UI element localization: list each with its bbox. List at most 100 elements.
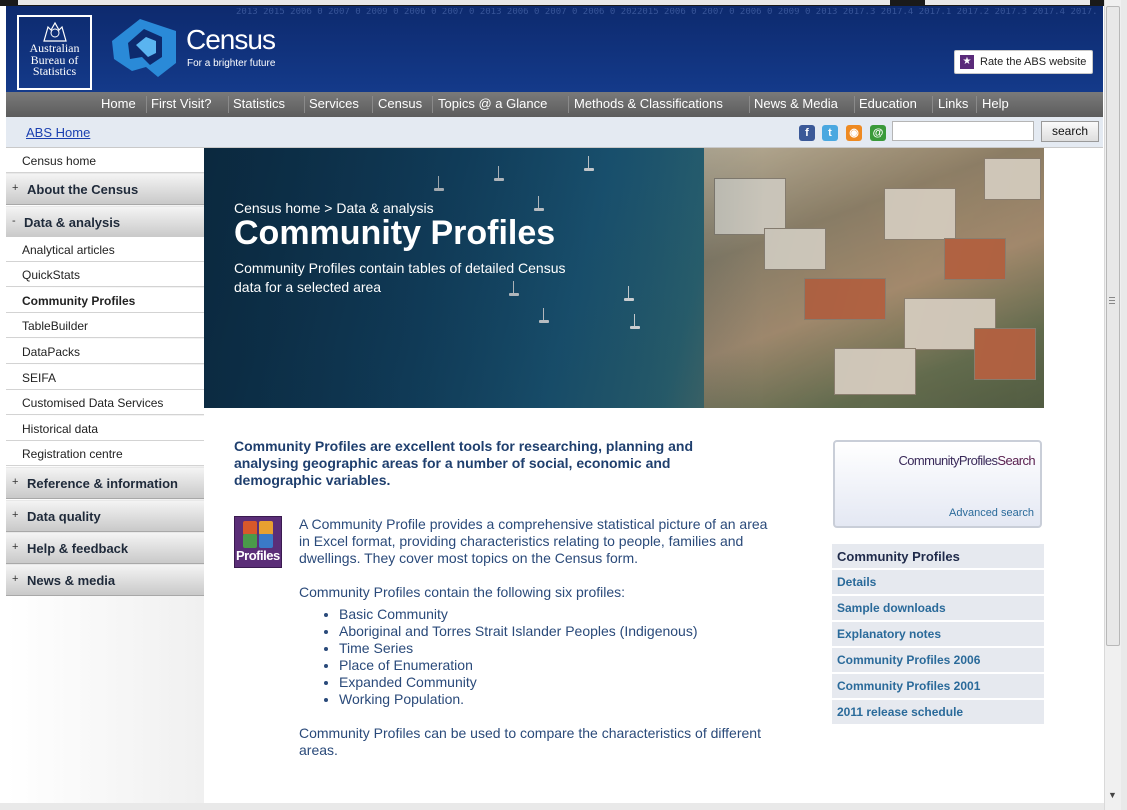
rate-website-button[interactable]: ★ Rate the ABS website bbox=[954, 50, 1093, 74]
sidebar-item-label: SEIFA bbox=[22, 371, 57, 385]
advanced-search-link[interactable]: Advanced search bbox=[949, 507, 1034, 519]
sidebar-item-customised-data-services[interactable]: Customised Data Services bbox=[6, 390, 204, 415]
abs-logo-text: Australian Bureau of Statistics bbox=[29, 41, 80, 78]
right-nav-label: Explanatory notes bbox=[837, 627, 942, 641]
left-sidebar: Census home + About the Census - Data & … bbox=[6, 148, 204, 803]
sidebar-census-home-label: Census home bbox=[22, 154, 97, 168]
sidebar-item-analytical-articles[interactable]: Analytical articles bbox=[6, 237, 204, 262]
page-title: Community Profiles bbox=[234, 214, 556, 252]
search-button[interactable]: search bbox=[1041, 121, 1099, 142]
paragraph-six-profiles: Community Profiles contain the following… bbox=[299, 584, 626, 600]
right-nav-label: Community Profiles 2006 bbox=[837, 653, 981, 667]
list-item: Working Population. bbox=[339, 691, 698, 708]
sidebar-section-help-feedback[interactable]: + Help & feedback bbox=[6, 532, 204, 564]
right-nav-explanatory-notes[interactable]: Explanatory notes bbox=[832, 622, 1044, 647]
list-item: Time Series bbox=[339, 640, 698, 657]
rss-icon[interactable]: ◉ bbox=[846, 125, 862, 141]
list-item: Aboriginal and Torres Strait Islander Pe… bbox=[339, 623, 698, 640]
expand-icon: + bbox=[12, 476, 19, 488]
community-profiles-search-box[interactable]: CommunityProfilesSearch Advanced search bbox=[833, 440, 1042, 528]
nav-first-visit[interactable]: First Visit? bbox=[151, 96, 211, 111]
sidebar-item-historical-data[interactable]: Historical data bbox=[6, 416, 204, 441]
census-tagline: For a brighter future bbox=[187, 58, 276, 69]
right-nav-label: Community Profiles 2001 bbox=[837, 679, 981, 693]
paragraph-compare: Community Profiles can be used to compar… bbox=[299, 725, 761, 758]
sidebar-item-tablebuilder[interactable]: TableBuilder bbox=[6, 313, 204, 338]
nav-census[interactable]: Census bbox=[378, 96, 422, 111]
expand-icon: + bbox=[12, 509, 19, 521]
nav-education[interactable]: Education bbox=[859, 96, 917, 111]
profiles-icon: Profiles bbox=[234, 516, 282, 568]
sidebar-section-data-analysis[interactable]: - Data & analysis bbox=[6, 206, 204, 238]
nav-statistics[interactable]: Statistics bbox=[233, 96, 285, 111]
profiles-list: Basic Community Aboriginal and Torres St… bbox=[319, 606, 698, 708]
list-item: Place of Enumeration bbox=[339, 657, 698, 674]
nav-methods-classifications[interactable]: Methods & Classifications bbox=[574, 96, 723, 111]
sidebar-section-label: Data quality bbox=[27, 509, 101, 524]
twitter-icon[interactable]: t bbox=[822, 125, 838, 141]
sidebar-item-label: TableBuilder bbox=[22, 319, 89, 333]
sidebar-item-registration-centre[interactable]: Registration centre bbox=[6, 441, 204, 466]
search-box-title: CommunityProfilesSearch bbox=[898, 453, 1036, 468]
vertical-scrollbar[interactable]: ▼ bbox=[1104, 0, 1122, 810]
sidebar-section-label: News & media bbox=[27, 573, 116, 588]
email-icon[interactable]: @ bbox=[870, 125, 886, 141]
scroll-down-arrow-icon[interactable]: ▼ bbox=[1108, 790, 1117, 800]
sidebar-item-label: DataPacks bbox=[22, 345, 81, 359]
coat-of-arms-icon bbox=[43, 21, 67, 42]
right-nav-label: Sample downloads bbox=[837, 601, 946, 615]
main-nav: Home First Visit? Statistics Services Ce… bbox=[6, 92, 1103, 117]
sidebar-item-datapacks[interactable]: DataPacks bbox=[6, 339, 204, 364]
paragraph-description: A Community Profile provides a comprehen… bbox=[299, 516, 768, 566]
facebook-icon[interactable]: f bbox=[799, 125, 815, 141]
right-nav-label: 2011 release schedule bbox=[837, 705, 964, 719]
right-nav-header-label: Community Profiles bbox=[837, 549, 960, 564]
site-search-input[interactable] bbox=[892, 121, 1034, 141]
hero-banner: Census home > Data & analysis Community … bbox=[204, 148, 1044, 408]
sidebar-section-reference-information[interactable]: + Reference & information bbox=[6, 467, 204, 499]
sidebar-section-data-quality[interactable]: + Data quality bbox=[6, 500, 204, 532]
nav-topics-at-a-glance[interactable]: Topics @ a Glance bbox=[438, 96, 547, 111]
list-item: Basic Community bbox=[339, 606, 698, 623]
sidebar-section-label: Help & feedback bbox=[27, 541, 129, 556]
sidebar-census-home[interactable]: Census home bbox=[6, 148, 204, 173]
collapse-icon: - bbox=[12, 215, 16, 227]
census-wordmark: Census bbox=[186, 24, 276, 55]
right-nav-details[interactable]: Details bbox=[832, 570, 1044, 595]
nav-help[interactable]: Help bbox=[982, 96, 1009, 111]
profiles-icon-label: Profiles bbox=[236, 548, 280, 563]
abs-home-link[interactable]: ABS Home bbox=[26, 125, 90, 140]
nav-home[interactable]: Home bbox=[101, 96, 136, 111]
sidebar-section-news-media[interactable]: + News & media bbox=[6, 564, 204, 596]
sidebar-section-about-census[interactable]: + About the Census bbox=[6, 173, 204, 205]
sidebar-item-label: QuickStats bbox=[22, 268, 81, 282]
nav-links[interactable]: Links bbox=[938, 96, 968, 111]
list-item: Expanded Community bbox=[339, 674, 698, 691]
expand-icon: + bbox=[12, 573, 19, 585]
sidebar-item-seifa[interactable]: SEIFA bbox=[6, 365, 204, 390]
sidebar-item-quickstats[interactable]: QuickStats bbox=[6, 262, 204, 287]
hero-description: Community Profiles contain tables of det… bbox=[234, 260, 566, 295]
expand-icon: + bbox=[12, 182, 19, 194]
star-icon: ★ bbox=[960, 55, 974, 69]
nav-services[interactable]: Services bbox=[309, 96, 359, 111]
rate-website-label: Rate the ABS website bbox=[980, 56, 1087, 68]
right-nav-sample-downloads[interactable]: Sample downloads bbox=[832, 596, 1044, 621]
sidebar-item-community-profiles[interactable]: Community Profiles bbox=[6, 288, 204, 313]
right-nav-community-profiles-2006[interactable]: Community Profiles 2006 bbox=[832, 648, 1044, 673]
sidebar-item-label: Customised Data Services bbox=[22, 396, 164, 410]
browser-window: 2013 2015 2006 0 2007 0 2009 0 2006 0 20… bbox=[0, 0, 1127, 810]
sidebar-item-label: Historical data bbox=[22, 422, 99, 436]
sidebar-section-label: Data & analysis bbox=[24, 215, 121, 230]
scrollbar-thumb[interactable] bbox=[1106, 6, 1120, 646]
sidebar-section-label: About the Census bbox=[27, 182, 139, 197]
sidebar-item-label: Registration centre bbox=[22, 447, 123, 461]
right-nav-community-profiles-2001[interactable]: Community Profiles 2001 bbox=[832, 674, 1044, 699]
utility-bar: ABS Home f t ◉ @ search bbox=[6, 117, 1103, 148]
right-nav-header[interactable]: Community Profiles bbox=[832, 544, 1044, 569]
abs-logo[interactable]: Australian Bureau of Statistics bbox=[17, 15, 92, 90]
intro-text: Community Profiles are excellent tools f… bbox=[234, 438, 693, 488]
sidebar-item-label: Community Profiles bbox=[22, 294, 136, 308]
right-nav-2011-release-schedule[interactable]: 2011 release schedule bbox=[832, 700, 1044, 725]
nav-news-media[interactable]: News & Media bbox=[754, 96, 838, 111]
